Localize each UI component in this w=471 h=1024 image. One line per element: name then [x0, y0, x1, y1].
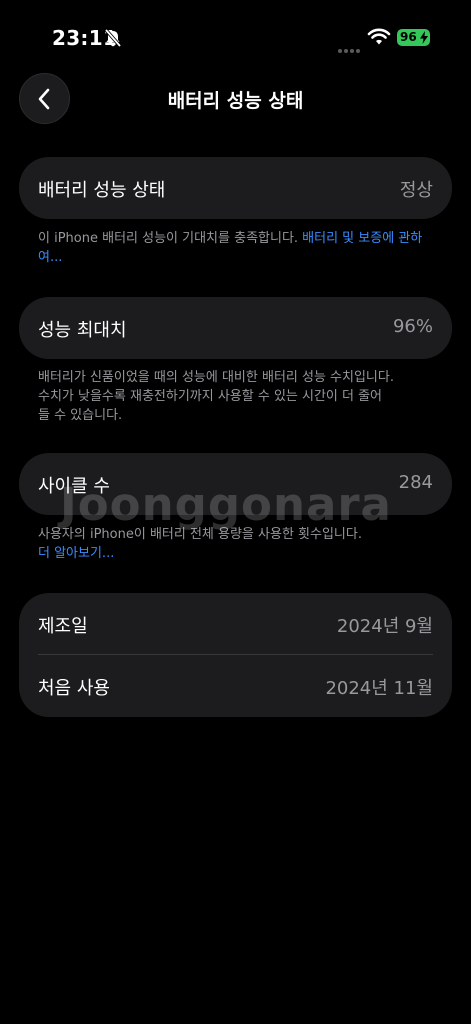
cycle-count-label: 사이클 수	[38, 476, 110, 497]
max-capacity-row: 성능 최대치 96%	[19, 297, 452, 359]
cycle-count-row: 사이클 수 284	[19, 453, 452, 515]
max-capacity-note-line: 수치가 낮을수록 재충전하기까지 사용할 수 있는 시간이 더 줄어	[38, 389, 383, 404]
dates-card: 제조일 2024년 9월 처음 사용 2024년 11월	[19, 593, 452, 717]
cycle-count-value: 284	[398, 472, 433, 493]
first-use-value: 2024년 11월	[325, 678, 433, 699]
cycle-count-note-text: 사용자의 iPhone이 배터리 전체 용량을 사용한 횟수입니다.	[38, 527, 362, 542]
first-use-row: 처음 사용 2024년 11월	[19, 655, 452, 717]
battery-indicator: 96	[397, 29, 430, 46]
cellular-signal-icon	[338, 38, 362, 53]
bell-slash-icon	[103, 28, 123, 48]
battery-level: 96	[400, 30, 417, 44]
max-capacity-note-line: 들 수 있습니다.	[38, 408, 123, 423]
manufacture-date-value: 2024년 9월	[336, 616, 433, 637]
wifi-icon	[367, 27, 391, 47]
manufacture-date-label: 제조일	[38, 616, 88, 637]
charging-bolt-icon	[420, 31, 428, 44]
max-capacity-value: 96%	[392, 316, 433, 337]
battery-health-value: 정상	[399, 180, 433, 201]
learn-more-link[interactable]: 더 알아보기...	[38, 544, 438, 563]
max-capacity-note: 배터리가 신품이었을 때의 성능에 대비한 배터리 성능 수치입니다. 수치가 …	[38, 368, 438, 425]
battery-health-label: 배터리 성능 상태	[38, 180, 166, 201]
battery-health-card: 배터리 성능 상태 정상	[19, 157, 452, 219]
status-bar: 23:11 96	[0, 0, 471, 70]
max-capacity-label: 성능 최대치	[38, 320, 127, 341]
manufacture-date-row: 제조일 2024년 9월	[19, 593, 452, 655]
first-use-label: 처음 사용	[38, 678, 110, 699]
cycle-count-card: 사이클 수 284	[19, 453, 452, 515]
max-capacity-note-line: 배터리가 신품이었을 때의 성능에 대비한 배터리 성능 수치입니다.	[38, 370, 394, 385]
max-capacity-card: 성능 최대치 96%	[19, 297, 452, 359]
battery-health-note-text: 이 iPhone 배터리 성능이 기대치를 충족합니다.	[38, 231, 303, 246]
page-title: 배터리 성능 상태	[167, 90, 304, 112]
cycle-count-note: 사용자의 iPhone이 배터리 전체 용량을 사용한 횟수입니다. 더 알아보…	[38, 525, 438, 563]
battery-health-row: 배터리 성능 상태 정상	[19, 157, 452, 219]
battery-health-note: 이 iPhone 배터리 성능이 기대치를 충족합니다. 배터리 및 보증에 관…	[38, 229, 438, 267]
